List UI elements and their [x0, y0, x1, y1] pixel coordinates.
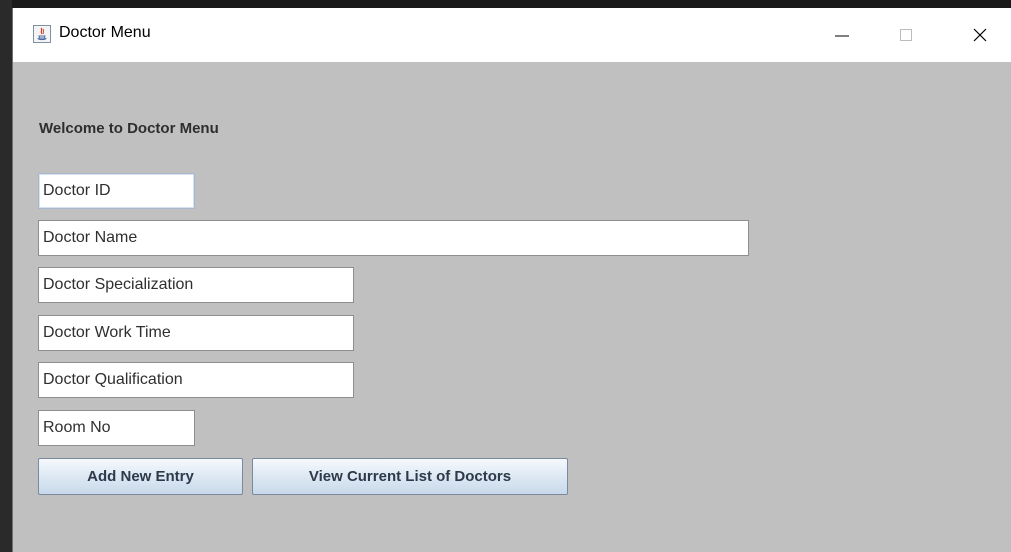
add-new-entry-button[interactable]: Add New Entry	[38, 458, 243, 495]
doctor-specialization-field[interactable]	[38, 267, 354, 303]
window-title: Doctor Menu	[59, 24, 151, 41]
close-icon	[973, 28, 987, 42]
doctor-qualification-field[interactable]	[38, 362, 354, 398]
minimize-button[interactable]	[819, 8, 865, 62]
desktop-background	[0, 0, 1011, 8]
welcome-heading: Welcome to Doctor Menu	[39, 120, 219, 137]
close-button[interactable]	[957, 8, 1003, 62]
title-bar[interactable]: Doctor Menu	[13, 8, 1011, 62]
maximize-button[interactable]	[883, 8, 929, 62]
doctor-name-field[interactable]	[38, 220, 749, 256]
maximize-icon	[900, 29, 912, 41]
minimize-icon	[835, 35, 849, 37]
view-doctors-list-button[interactable]: View Current List of Doctors	[252, 458, 568, 495]
room-no-field[interactable]	[38, 410, 195, 446]
doctor-work-time-field[interactable]	[38, 315, 354, 351]
doctor-menu-window: Doctor Menu Welcome to Doctor Menu Add N…	[12, 8, 1011, 552]
desktop-background-edge	[0, 0, 12, 552]
java-app-icon	[33, 25, 51, 43]
doctor-id-field[interactable]	[38, 173, 195, 209]
